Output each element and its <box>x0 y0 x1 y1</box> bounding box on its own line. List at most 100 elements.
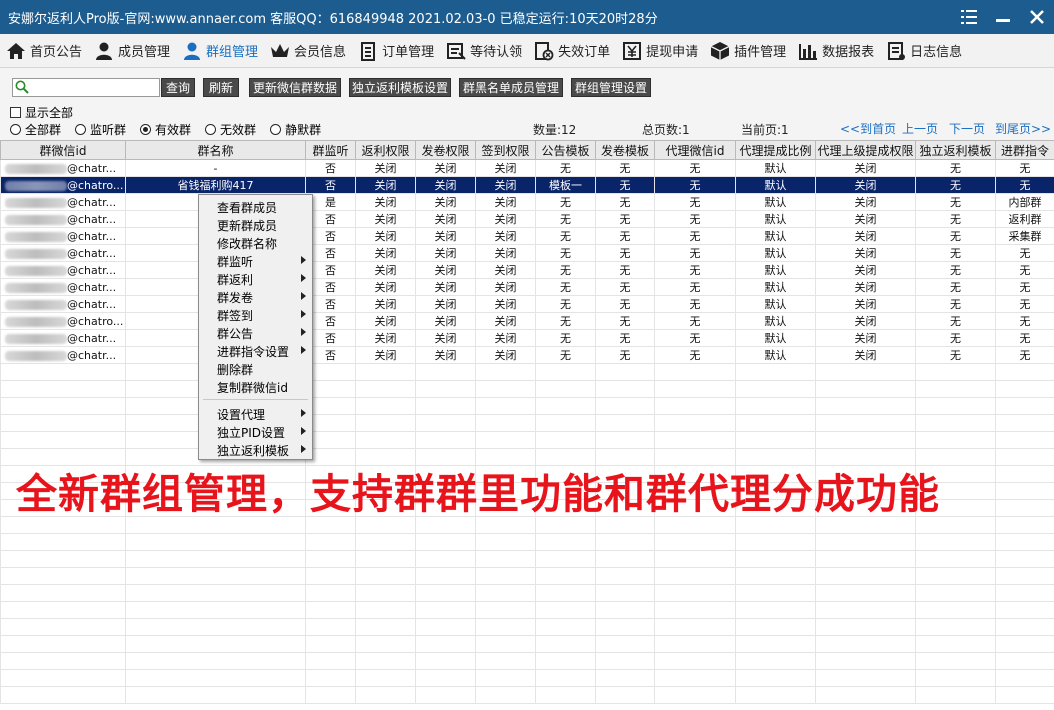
nav-item-10[interactable]: 日志信息 <box>880 34 968 68</box>
table-row[interactable]: @chatr... 否关闭 关闭 关闭无无无默认 关闭无无 <box>0 329 1054 347</box>
users-icon <box>182 41 202 61</box>
column-header[interactable]: 群微信id <box>0 140 126 160</box>
column-header[interactable]: 返利权限 <box>355 140 416 160</box>
nav-item-label: 日志信息 <box>910 45 963 60</box>
refresh-button[interactable]: 刷新 <box>203 78 239 97</box>
table-cell: 默认 <box>735 261 816 279</box>
empty-row <box>0 431 1054 449</box>
table-cell: 无 <box>535 244 596 262</box>
table-cell: 默认 <box>735 159 816 177</box>
column-header[interactable]: 群监听 <box>305 140 356 160</box>
last-page-link[interactable]: 到尾页>> <box>995 120 1051 137</box>
count-text: 数量:12 <box>533 123 577 137</box>
empty-cell <box>735 414 816 432</box>
nav-item-2[interactable]: 群组管理 <box>176 34 264 68</box>
table-cell: 关闭 <box>815 295 916 313</box>
column-header[interactable]: 发卷权限 <box>415 140 476 160</box>
nav-item-0[interactable]: 首页公告 <box>0 34 88 68</box>
empty-row <box>0 533 1054 551</box>
context-menu-item[interactable]: 更新群成员 <box>199 216 312 234</box>
filter-radio-1[interactable]: 监听群 <box>75 121 126 138</box>
minimize-icon[interactable] <box>986 0 1020 34</box>
group-table: 群微信id 群名称 群监听 返利权限 发卷权限 签到权限 公告模板 发卷模板 代理微信id 代理提… <box>0 140 1054 710</box>
menu-icon[interactable] <box>952 0 986 34</box>
nav-item-9[interactable]: 数据报表 <box>792 34 880 68</box>
filter-radio-0[interactable]: 全部群 <box>10 121 61 138</box>
empty-cell <box>415 363 476 381</box>
empty-cell <box>305 431 356 449</box>
table-row[interactable]: @chatr... 否关闭 关闭 关闭无无无默认 关闭无返利群 <box>0 210 1054 228</box>
context-menu-item[interactable]: 独立返利模板 <box>199 441 312 459</box>
table-row[interactable]: @chatr... 是关闭 关闭 关闭无无无默认 关闭无内部群 <box>0 193 1054 211</box>
context-menu-item[interactable]: 群监听 <box>199 252 312 270</box>
empty-cell <box>305 363 356 381</box>
template-settings-button[interactable]: 独立返利模板设置 <box>349 78 451 97</box>
empty-cell <box>305 533 356 551</box>
filter-radio-4[interactable]: 静默群 <box>270 121 321 138</box>
column-header[interactable]: 代理提成比例 <box>735 140 816 160</box>
context-menu-item[interactable]: 群签到 <box>199 306 312 324</box>
blacklist-manage-button[interactable]: 群黑名单成员管理 <box>459 78 563 97</box>
filter-radio-3[interactable]: 无效群 <box>205 121 256 138</box>
nav-item-8[interactable]: 插件管理 <box>704 34 792 68</box>
empty-row <box>0 397 1054 415</box>
table-cell: 无 <box>654 210 736 228</box>
first-page-link[interactable]: <<到首页 <box>840 120 896 137</box>
table-row[interactable]: @chatro... 省钱福利购417 否关闭 关闭 关闭 模板一无无默认 关闭无无 <box>0 176 1054 194</box>
context-menu-item[interactable]: 复制群微信id <box>199 378 312 396</box>
column-header[interactable]: 代理上级提成权限 <box>815 140 916 160</box>
column-header[interactable]: 进群指令 <box>995 140 1054 160</box>
nav-item-label: 群组管理 <box>206 45 259 60</box>
context-menu-item[interactable]: 修改群名称 <box>199 234 312 252</box>
nav-item-6[interactable]: 失效订单 <box>528 34 616 68</box>
context-menu-item[interactable]: 设置代理 <box>199 405 312 423</box>
table-row[interactable]: @chatr... 否关闭 关闭 关闭无无无默认 关闭无无 <box>0 346 1054 364</box>
context-menu-item[interactable]: 独立PID设置 <box>199 423 312 441</box>
prev-page-link[interactable]: 上一页 <box>902 120 938 137</box>
column-header[interactable]: 代理微信id <box>654 140 736 160</box>
context-menu-item[interactable]: 进群指令设置 <box>199 342 312 360</box>
next-page-link[interactable]: 下一页 <box>949 120 985 137</box>
context-menu-item[interactable]: 删除群 <box>199 360 312 378</box>
table-row[interactable]: @chatr... 否关闭 关闭 关闭无无无默认 关闭无无 <box>0 278 1054 296</box>
group-id-text: @chatr... <box>67 212 117 226</box>
empty-cell <box>995 431 1054 449</box>
column-header[interactable]: 签到权限 <box>475 140 536 160</box>
column-header[interactable]: 公告模板 <box>535 140 596 160</box>
nav-item-1[interactable]: 成员管理 <box>88 34 176 68</box>
nav-item-7[interactable]: 提现申请 <box>616 34 704 68</box>
table-row[interactable]: @chatr... 否关闭 关闭 关闭无无无默认 关闭无采集群 <box>0 227 1054 245</box>
filter-radio-2[interactable]: 有效群 <box>140 121 191 138</box>
search-input[interactable] <box>12 78 160 97</box>
column-header[interactable]: 独立返利模板 <box>915 140 996 160</box>
table-row[interactable]: @chatr... - 否关闭 关闭 关闭无无无默认 关闭无无 <box>0 159 1054 177</box>
empty-cell <box>654 414 736 432</box>
column-header[interactable]: 群名称 <box>125 140 306 160</box>
table-cell: 关闭 <box>355 193 416 211</box>
context-menu-item[interactable]: 群发卷 <box>199 288 312 306</box>
nav-item-4[interactable]: 订单管理 <box>352 34 440 68</box>
table-cell: 关闭 <box>815 261 916 279</box>
table-cell: 关闭 <box>355 346 416 364</box>
query-button[interactable]: 查询 <box>161 78 195 97</box>
redacted-id <box>5 163 67 174</box>
update-wechat-group-button[interactable]: 更新微信群数据 <box>249 78 341 97</box>
close-icon[interactable] <box>1020 0 1054 34</box>
table-row[interactable]: @chatr... 否关闭 关闭 关闭无无无默认 关闭无无 <box>0 244 1054 262</box>
empty-row <box>0 669 1054 687</box>
column-header[interactable]: 发卷模板 <box>595 140 655 160</box>
context-menu-item[interactable]: 群公告 <box>199 324 312 342</box>
context-menu-item[interactable]: 群返利 <box>199 270 312 288</box>
table-cell: 无 <box>995 244 1054 262</box>
show-all-checkbox[interactable]: 显示全部 <box>10 104 73 121</box>
table-row[interactable]: @chatr... 否关闭 关闭 关闭无无无默认 关闭无无 <box>0 261 1054 279</box>
nav-item-3[interactable]: 会员信息 <box>264 34 352 68</box>
context-menu-item[interactable]: 查看群成员 <box>199 198 312 216</box>
empty-cell <box>654 567 736 585</box>
table-cell: 关闭 <box>815 176 916 194</box>
table-row[interactable]: @chatr... 否关闭 关闭 关闭无无无默认 关闭无无 <box>0 295 1054 313</box>
table-row[interactable]: @chatro...淘宝天否关闭关闭关闭无无无默认关闭无无 <box>0 312 1054 330</box>
group-settings-button[interactable]: 群组管理设置 <box>571 78 651 97</box>
table-cell: 关闭 <box>415 312 476 330</box>
nav-item-5[interactable]: 等待认领 <box>440 34 528 68</box>
